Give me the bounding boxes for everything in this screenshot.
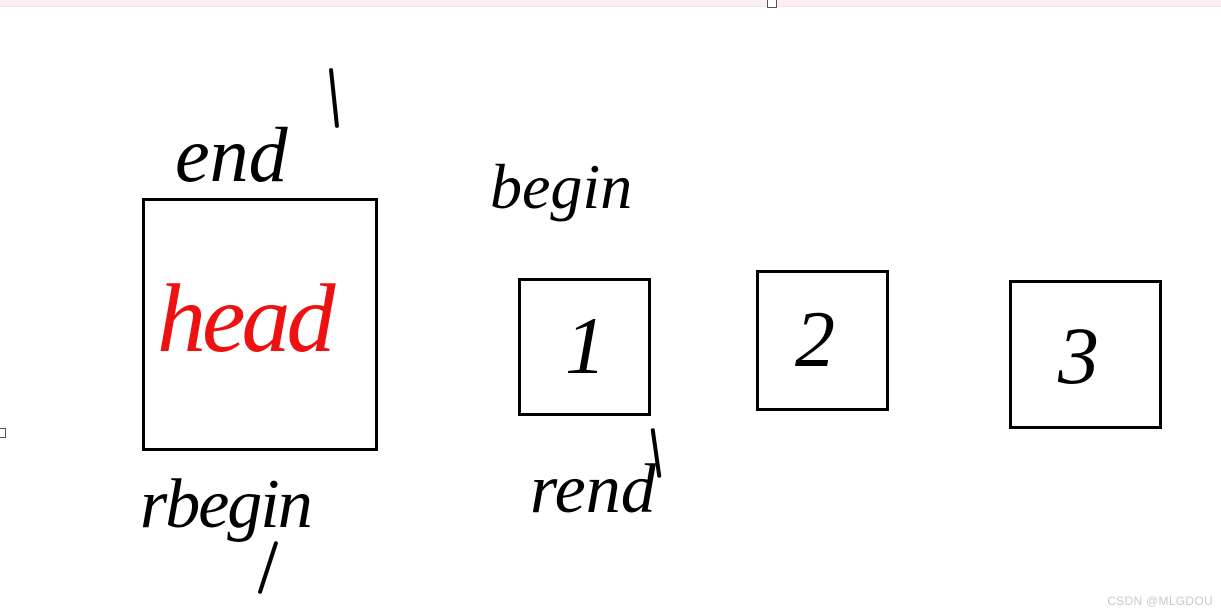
label-rbegin: rbegin xyxy=(140,465,311,545)
label-rend: rend xyxy=(530,450,656,530)
node-1-label: 1 xyxy=(565,299,606,393)
node-2-label: 2 xyxy=(795,295,835,386)
label-end: end xyxy=(175,110,288,200)
deco-stroke-end-tail xyxy=(329,68,339,128)
deco-stroke-rbegin-tail xyxy=(258,541,279,595)
node-1-box: 1 xyxy=(518,278,651,416)
selection-handle-left[interactable] xyxy=(0,428,6,438)
node-3-box: 3 xyxy=(1009,280,1162,429)
node-3-label: 3 xyxy=(1058,309,1099,403)
diagram-canvas: end head begin 1 2 3 rbegin rend CSDN @M… xyxy=(0,0,1221,612)
node-2-box: 2 xyxy=(756,270,889,411)
editor-top-bar xyxy=(0,0,1221,7)
watermark: CSDN @MLGDOU xyxy=(1107,594,1213,608)
label-begin: begin xyxy=(490,150,632,224)
node-head-box: head xyxy=(142,198,378,451)
selection-handle-top[interactable] xyxy=(767,0,777,8)
node-head-label: head xyxy=(157,263,332,375)
